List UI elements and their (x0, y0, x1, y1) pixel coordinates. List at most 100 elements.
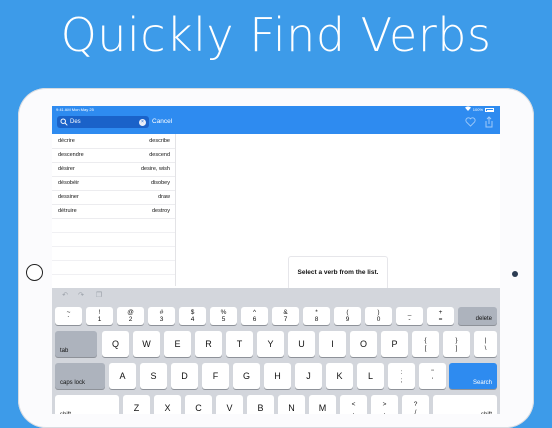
search-icon (60, 118, 68, 126)
key[interactable]: <, (340, 395, 367, 414)
key[interactable]: O (350, 331, 377, 357)
key[interactable]: P (381, 331, 408, 357)
delete-key[interactable]: delete (458, 307, 497, 325)
list-item[interactable]: dessiner draw (52, 190, 175, 205)
verb-french: dessiner (58, 194, 79, 200)
key[interactable]: :; (388, 363, 415, 389)
verb-english: describe (149, 138, 170, 144)
verb-french: désirer (58, 166, 75, 172)
app-screen: 9:41 AM Mon May 25 100% Des × Cancel déc… (52, 106, 500, 414)
key[interactable]: " ' (419, 363, 446, 389)
verb-english: disobey (151, 180, 170, 186)
redo-icon[interactable]: ↷ (76, 292, 86, 300)
headline: Quickly Find Verbs (60, 8, 492, 62)
key[interactable]: W (133, 331, 160, 357)
keyboard: ↶ ↷ ❐ ~ ` ! 1 @2 #3 $4 % 5 ^ 6 & 7 * 8 (9 ) 0 _… (52, 288, 500, 414)
key[interactable]: S (140, 363, 167, 389)
status-time: 9:41 AM Mon May 25 (56, 107, 94, 112)
shift-right-key[interactable]: shift (433, 395, 497, 414)
key[interactable]: T (226, 331, 253, 357)
camera (512, 271, 518, 277)
key[interactable]: ^ 6 (241, 307, 268, 325)
nav-bar: Des × Cancel (52, 114, 500, 134)
key[interactable]: G (233, 363, 260, 389)
key[interactable]: (9 (334, 307, 361, 325)
key[interactable]: ? / (402, 395, 429, 414)
search-field[interactable]: Des × (57, 116, 149, 128)
key[interactable]: V (216, 395, 243, 414)
verb-french: désobéir (58, 180, 80, 186)
key[interactable]: * 8 (303, 307, 330, 325)
verb-list: décrire describe descendre descend désir… (52, 134, 176, 289)
status-right: 100% (464, 106, 494, 114)
key[interactable]: N (278, 395, 305, 414)
key[interactable]: _ - (396, 307, 423, 325)
empty-row (52, 260, 175, 275)
key[interactable]: M (309, 395, 336, 414)
battery-icon (485, 108, 494, 112)
key[interactable]: >. (371, 395, 398, 414)
battery-percent: 100% (472, 107, 483, 112)
key[interactable]: }] (443, 331, 470, 357)
key[interactable]: & 7 (272, 307, 299, 325)
tab-key[interactable]: tab (55, 331, 97, 357)
key[interactable]: J (295, 363, 322, 389)
key[interactable]: B (247, 395, 274, 414)
key[interactable]: Y (257, 331, 284, 357)
key[interactable]: C (185, 395, 212, 414)
key[interactable]: R (195, 331, 222, 357)
key[interactable]: @2 (117, 307, 144, 325)
key[interactable]: H (264, 363, 291, 389)
key[interactable]: $4 (179, 307, 206, 325)
key[interactable]: I (319, 331, 346, 357)
key[interactable]: A (109, 363, 136, 389)
list-item[interactable]: descendre descend (52, 148, 175, 163)
key[interactable]: X (154, 395, 181, 414)
verb-french: détruire (58, 208, 77, 214)
shift-left-key[interactable]: shift (55, 395, 119, 414)
empty-row (52, 274, 175, 289)
key[interactable]: U (288, 331, 315, 357)
undo-icon[interactable]: ↶ (60, 292, 70, 300)
verb-english: descend (149, 152, 170, 158)
empty-row (52, 218, 175, 233)
status-bar: 9:41 AM Mon May 25 100% (52, 106, 500, 114)
verb-english: desire, wish (140, 166, 170, 172)
key[interactable]: L (357, 363, 384, 389)
clear-icon[interactable]: × (139, 118, 146, 126)
search-input[interactable]: Des (70, 116, 81, 128)
empty-state-message: Select a verb from the list. (297, 269, 379, 276)
key[interactable]: % 5 (210, 307, 237, 325)
verb-french: décrire (58, 138, 75, 144)
empty-row (52, 246, 175, 261)
list-item[interactable]: désobéir disobey (52, 176, 175, 191)
key[interactable]: ) 0 (365, 307, 392, 325)
verb-english: draw (158, 194, 170, 200)
key[interactable]: D (171, 363, 198, 389)
paste-icon[interactable]: ❐ (94, 292, 104, 300)
key[interactable]: ~ ` (55, 307, 82, 325)
key[interactable]: #3 (148, 307, 175, 325)
home-button[interactable] (26, 264, 43, 281)
heart-icon[interactable] (465, 117, 476, 127)
key[interactable]: + = (427, 307, 454, 325)
key[interactable]: K (326, 363, 353, 389)
search-key[interactable]: Search (449, 363, 497, 389)
verb-french: descendre (58, 152, 84, 158)
cancel-button[interactable]: Cancel (152, 116, 172, 128)
key[interactable]: ! 1 (86, 307, 113, 325)
key[interactable]: F (202, 363, 229, 389)
key[interactable]: Q (102, 331, 129, 357)
key[interactable]: Z (123, 395, 150, 414)
list-item[interactable]: désirer desire, wish (52, 162, 175, 177)
empty-state-card: Select a verb from the list. (288, 256, 388, 290)
caps-lock-key[interactable]: caps lock (55, 363, 105, 389)
list-item[interactable]: décrire describe (52, 134, 175, 149)
list-item[interactable]: détruire destroy (52, 204, 175, 219)
key[interactable]: {[ (412, 331, 439, 357)
share-icon[interactable] (484, 116, 494, 128)
empty-row (52, 232, 175, 247)
key[interactable]: E (164, 331, 191, 357)
key[interactable]: | \ (474, 331, 497, 357)
wifi-icon (464, 106, 471, 114)
